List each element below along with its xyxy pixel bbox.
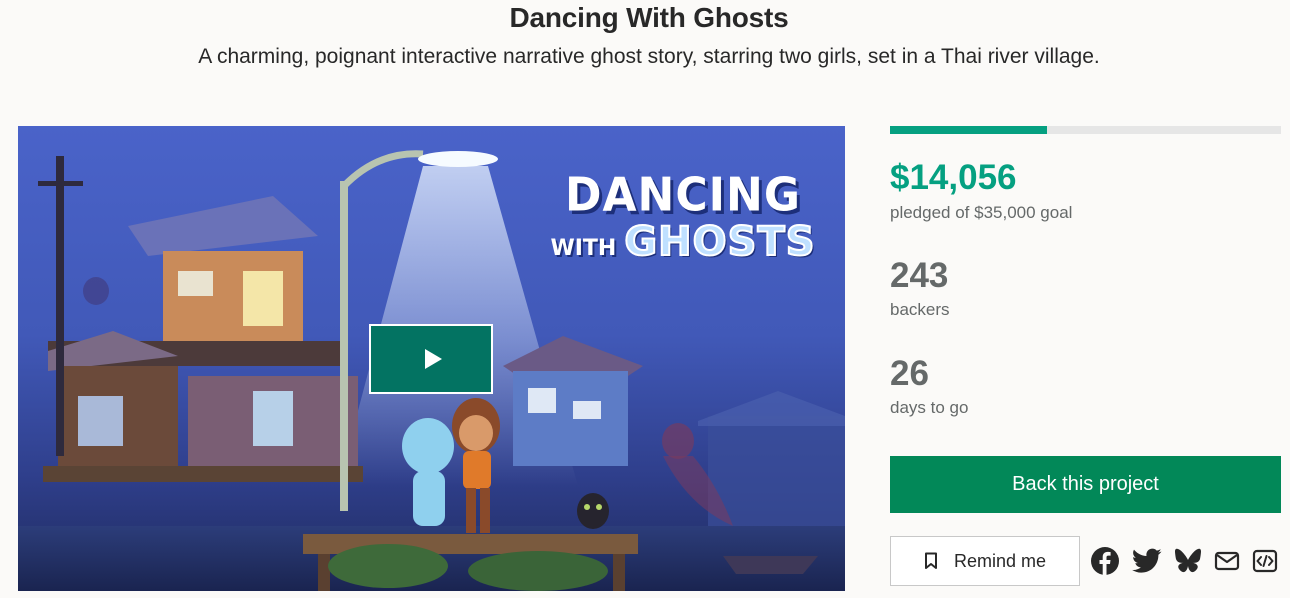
share-icons: [1090, 546, 1290, 576]
logo-word-with: WITH: [550, 236, 617, 261]
remind-me-label: Remind me: [953, 550, 1047, 571]
play-video-button[interactable]: [369, 324, 493, 394]
pledged-label: pledged of $35,000 goal: [890, 203, 1073, 222]
bluesky-icon[interactable]: [1174, 548, 1202, 574]
play-icon: [424, 349, 442, 369]
game-logo: DANCING WITH GHOSTS: [533, 168, 833, 266]
project-blurb: A charming, poignant interactive narrati…: [198, 45, 1100, 68]
email-icon[interactable]: [1214, 551, 1240, 571]
days-label: days to go: [890, 398, 969, 417]
pledged-amount: $14,056: [890, 158, 1017, 197]
project-title: Dancing With Ghosts: [509, 2, 789, 33]
logo-line-dancing: DANCING: [564, 168, 801, 223]
logo-word-ghosts: GHOSTS: [623, 218, 816, 266]
embed-icon[interactable]: [1252, 549, 1278, 573]
facebook-icon[interactable]: [1090, 546, 1120, 576]
backers-count: 243: [890, 256, 949, 295]
project-video[interactable]: DANCING WITH GHOSTS: [18, 126, 845, 591]
funding-progress-fill: [890, 126, 1048, 134]
twitter-icon[interactable]: [1132, 548, 1162, 574]
days-remaining: 26: [890, 354, 929, 393]
funding-progress-bar: [890, 126, 1281, 134]
backers-label: backers: [890, 300, 950, 319]
back-project-button[interactable]: Back this project: [890, 456, 1281, 513]
bookmark-icon: [924, 552, 937, 569]
remind-me-button[interactable]: Remind me: [890, 536, 1080, 586]
